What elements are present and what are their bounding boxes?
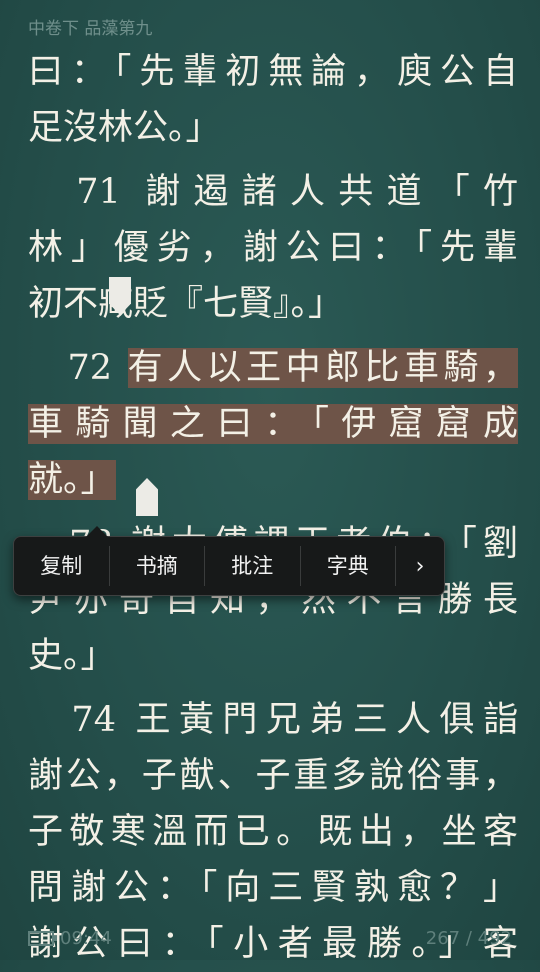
text-line: 車騎聞之曰：「伊窟窟成: [28, 396, 518, 452]
text-line: 就。」: [28, 452, 518, 508]
text-line: 74 王黃門兄弟三人俱詣: [28, 700, 518, 740]
page-indicator: 267 / 492: [425, 927, 512, 949]
text-line: 曰：「先輩初無論，庾公自: [28, 52, 518, 92]
chapter-title: 中卷下 品藻第九: [28, 19, 153, 39]
text-line: 足沒林公。」: [28, 108, 221, 148]
text-line: 子敬寒溫而已。既出，坐客: [28, 812, 518, 852]
menu-pointer: [86, 526, 108, 537]
selected-text[interactable]: 車騎聞之曰：「伊窟窟成: [28, 404, 518, 444]
text-line: 71 謝遏諸人共道「竹: [28, 172, 518, 212]
status-bar: 09:44 267 / 492: [28, 926, 512, 950]
more-options-icon[interactable]: ›: [396, 554, 444, 579]
selection-context-menu: 复制 书摘 批注 字典 ›: [13, 526, 445, 596]
copy-button[interactable]: 复制: [14, 546, 110, 586]
excerpt-button[interactable]: 书摘: [110, 546, 205, 586]
paragraph-number: 72: [28, 348, 128, 388]
text-line: 史。」: [28, 636, 116, 676]
text-line: 72 有人以王中郎比車騎，: [28, 340, 518, 396]
text-line: 初不臧貶『七賢』。」: [28, 284, 344, 324]
battery-icon: [28, 931, 57, 946]
text-line: 林」優劣，謝公曰：「先輩: [28, 228, 518, 268]
text-line: 問謝公：「向三賢孰愈？」: [28, 868, 518, 908]
annotate-button[interactable]: 批注: [205, 546, 301, 586]
text-line: 謝公，子猷、子重多說俗事，: [28, 756, 518, 796]
clock-text: 09:44: [60, 927, 112, 949]
selected-text[interactable]: 就。」: [28, 460, 116, 500]
selected-text[interactable]: 有人以王中郎比車騎，: [127, 348, 518, 388]
dictionary-button[interactable]: 字典: [301, 546, 396, 586]
reading-content[interactable]: 曰：「先輩初無論，庾公自 足沒林公。」 71 謝遏諸人共道「竹 林」優劣，謝公曰…: [28, 44, 518, 972]
time-display: 09:44: [28, 928, 112, 949]
